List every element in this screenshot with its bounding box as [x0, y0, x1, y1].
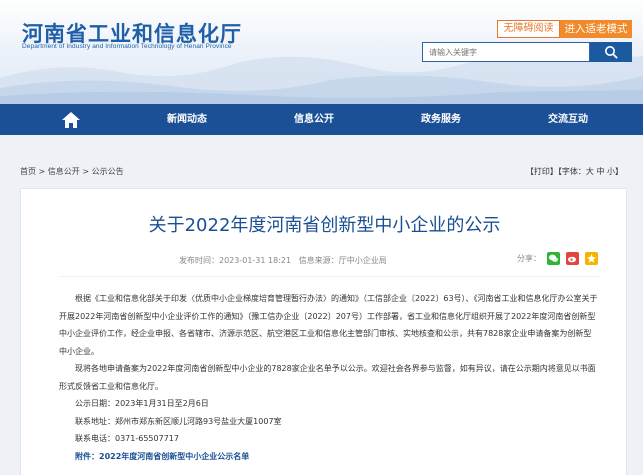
contact-address: 联系地址：郑州市郑东新区顺儿河路93号盐业大厦1007室 [75, 416, 282, 426]
breadcrumb-home[interactable]: 首页 [20, 167, 36, 176]
article-paragraph-2: 现将各地申请备案为2022年度河南省创新型中小企业的7828家企业名单予以公示。… [59, 364, 596, 391]
breadcrumb-separator: > [36, 167, 48, 176]
elder-mode-button[interactable]: 进入适老模式 [560, 20, 632, 38]
breadcrumb-separator: > [79, 167, 92, 176]
search-icon [605, 46, 618, 59]
contact-phone: 联系电话：0371-65507717 [75, 434, 179, 443]
qzone-icon[interactable] [585, 252, 598, 265]
breadcrumb: 首页 > 信息公开 > 公示公告 【打印】【字体：大 中 小】 [20, 162, 627, 182]
wechat-icon[interactable] [547, 252, 560, 265]
article-body: 根据《工业和信息化部关于印发〈优质中小企业梯度培育管理暂行办法〉的通知》（工信部… [59, 290, 599, 465]
site-logo-subtitle: Department of Industry and Information T… [22, 43, 232, 50]
search-input[interactable] [422, 42, 590, 62]
publish-time: 发布时间：2023-01-31 18:21 [179, 256, 292, 265]
print-button[interactable]: 【打印】 [526, 167, 558, 176]
nav-item-news[interactable]: 新闻动态 [167, 104, 207, 135]
article-paragraph-1: 根据《工业和信息化部关于印发〈优质中小企业梯度培育管理暂行办法〉的通知》（工信部… [59, 294, 598, 356]
announcement-date: 公示日期：2023年1月31日至2月6日 [75, 399, 209, 408]
meta-divider [59, 276, 599, 277]
header-banner: 河南省工业和信息化厅 Department of Industry and In… [0, 0, 643, 104]
attachment-link[interactable]: 附件：2022年度河南省创新型中小企业公示名单 [59, 448, 599, 466]
search-button[interactable] [590, 42, 632, 62]
font-small-button[interactable]: 小 [607, 167, 615, 176]
nav-item-gov-services[interactable]: 政务服务 [421, 104, 461, 135]
font-size-label: 【字体： [557, 167, 586, 176]
font-large-button[interactable]: 大 [586, 167, 594, 176]
share-label: 分享： [517, 254, 541, 263]
breadcrumb-info-public[interactable]: 信息公开 [48, 167, 80, 176]
barrier-free-button[interactable]: 无障碍阅读 [497, 20, 560, 38]
article-card: 关于2022年度河南省创新型中小企业的公示 发布时间：2023-01-31 18… [20, 188, 627, 475]
article-meta: 发布时间：2023-01-31 18:21 信息来源：厅中小企业局 [179, 255, 387, 266]
nav-item-info-public[interactable]: 信息公开 [294, 104, 334, 135]
article-title: 关于2022年度河南省创新型中小企业的公示 [148, 215, 501, 236]
home-icon[interactable] [60, 110, 82, 130]
weibo-icon[interactable] [566, 252, 579, 265]
main-nav: 新闻动态 信息公开 政务服务 交流互动 [0, 104, 643, 135]
share-bar: 分享： [517, 252, 598, 265]
page-tools: 【打印】【字体：大 中 小】 [526, 162, 623, 182]
font-medium-button[interactable]: 中 [596, 167, 604, 176]
breadcrumb-announcements[interactable]: 公示公告 [92, 167, 124, 176]
info-source: 信息来源：厅中小企业局 [298, 256, 387, 265]
font-size-close: 】 [615, 167, 623, 176]
nav-item-interaction[interactable]: 交流互动 [548, 104, 588, 135]
